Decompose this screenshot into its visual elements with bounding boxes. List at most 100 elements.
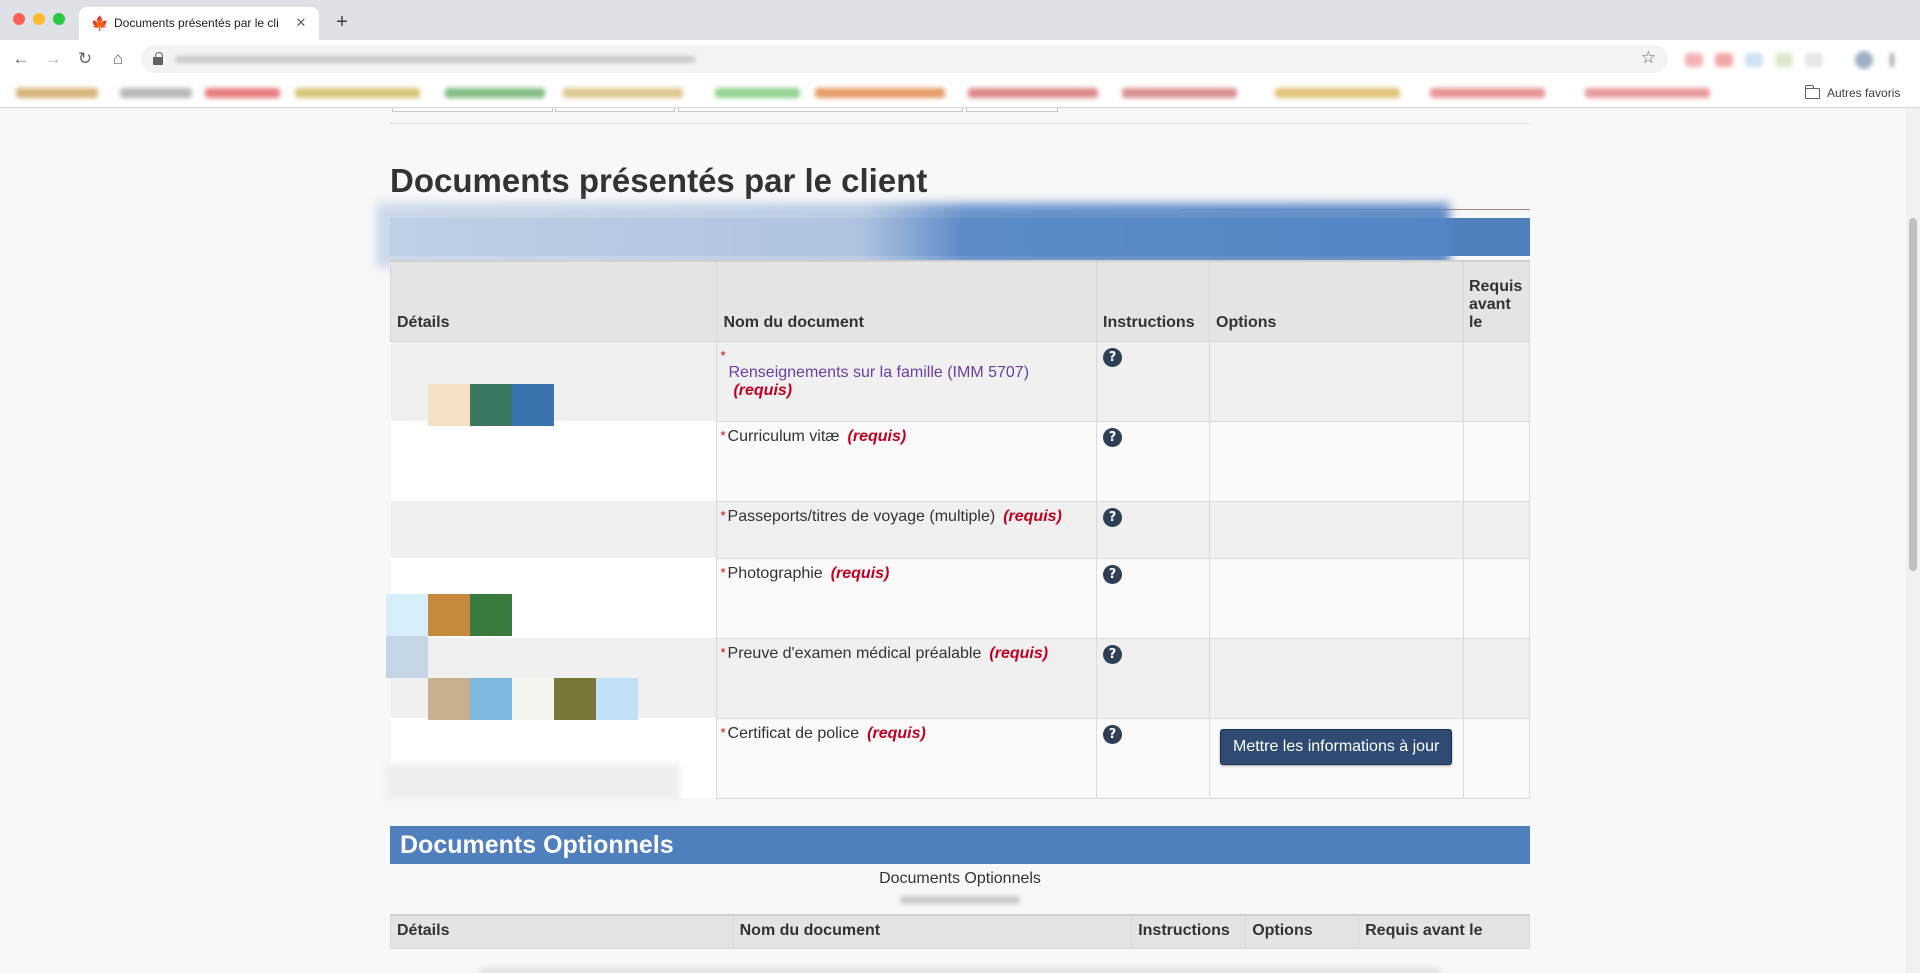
bookmark-item[interactable] — [1585, 88, 1710, 98]
help-icon[interactable]: ? — [1103, 347, 1123, 367]
required-marker: * — [720, 564, 726, 580]
pixelated-tile — [428, 678, 470, 720]
instructions-cell: ? — [1096, 420, 1210, 502]
bookmark-item[interactable] — [16, 88, 98, 98]
options-cell — [1209, 340, 1464, 422]
column-header-required-before: Requis avant le — [1462, 260, 1531, 342]
pixelated-tile — [470, 384, 512, 426]
required-label: (requis) — [847, 427, 907, 445]
document-name: Preuve d'examen médical préalable — [727, 644, 982, 662]
optional-documents-caption: Documents Optionnels — [879, 870, 1041, 887]
options-cell: Mettre les informations à jour — [1209, 717, 1464, 799]
home-icon[interactable]: ⌂ — [106, 47, 130, 71]
optional-documents-table: Détails Nom du document Instructions Opt… — [390, 914, 1530, 949]
maximize-window-button[interactable] — [53, 13, 65, 25]
optional-documents-band: Documents Optionnels — [390, 826, 1530, 864]
help-icon[interactable]: ? — [1103, 644, 1123, 664]
pixelated-tile — [386, 636, 428, 678]
browser-toolbar: ← → ↻ ⌂ ☆ — [0, 40, 1920, 78]
star-icon[interactable]: ☆ — [1641, 48, 1656, 68]
column-header-options: Options — [1209, 260, 1464, 342]
bookmark-item[interactable] — [295, 88, 420, 98]
update-information-button[interactable]: Mettre les informations à jour — [1220, 728, 1453, 765]
help-icon[interactable]: ? — [1103, 724, 1123, 744]
document-name-cell: * Curriculum vitæ (requis) — [716, 420, 1098, 502]
extension-icon[interactable] — [1745, 53, 1763, 67]
document-name-cell: * Renseignements sur la famille (IMM 570… — [716, 340, 1098, 422]
extension-icon[interactable] — [1775, 53, 1793, 67]
extension-icon[interactable] — [1715, 53, 1733, 67]
bookmark-item[interactable] — [120, 88, 192, 98]
pixelated-tile — [386, 594, 428, 636]
bookmark-item[interactable] — [815, 88, 945, 98]
extension-icon[interactable] — [1685, 53, 1703, 67]
profile-avatar[interactable] — [1855, 51, 1873, 69]
pixelated-tile — [512, 384, 554, 426]
table-row: * Passeports/titres de voyage (multiple) (… — [390, 500, 1531, 559]
new-tab-button[interactable]: + — [330, 10, 354, 34]
required-before-cell — [1462, 557, 1531, 639]
tab-close-icon[interactable]: ✕ — [293, 15, 309, 31]
bookmark-item[interactable] — [445, 88, 545, 98]
pixelated-tile — [428, 384, 470, 426]
details-cell — [390, 421, 717, 501]
required-before-cell — [1462, 717, 1531, 799]
extension-icon[interactable] — [1805, 53, 1823, 67]
url-text-redacted — [175, 56, 695, 63]
help-icon[interactable]: ? — [1103, 507, 1123, 527]
bookmark-item[interactable] — [715, 88, 800, 98]
instructions-cell: ? — [1096, 557, 1210, 639]
redacted-banner — [376, 203, 1450, 268]
instructions-cell: ? — [1096, 500, 1210, 559]
optional-documents-title: Documents Optionnels — [400, 831, 674, 859]
forward-arrow-icon[interactable]: → — [41, 47, 65, 71]
back-arrow-icon[interactable]: ← — [9, 47, 33, 71]
document-link[interactable]: Renseignements sur la famille (IMM 5707) — [728, 364, 1029, 381]
bookmark-item[interactable] — [1430, 88, 1545, 98]
column-header-details: Détails — [390, 914, 734, 949]
pixelated-tile — [428, 594, 470, 636]
browser-chrome: 🍁 Documents présentés par le cli ✕ + ← →… — [0, 0, 1920, 108]
redacted-row — [480, 968, 1440, 973]
required-label: (requis) — [1003, 507, 1062, 525]
previous-tab[interactable] — [678, 108, 963, 112]
bookmark-item[interactable] — [205, 88, 280, 98]
previous-section-tabs — [390, 108, 1530, 125]
column-header-required-before: Requis avant le — [1358, 914, 1530, 949]
pixelated-tile — [386, 764, 680, 800]
pixelated-tile — [470, 594, 512, 636]
required-marker: * — [720, 347, 726, 363]
tab-title: Documents présentés par le cli — [114, 16, 279, 30]
page-scrollbar[interactable] — [1906, 108, 1920, 973]
bookmark-item[interactable] — [1122, 88, 1237, 98]
address-bar[interactable]: ☆ — [141, 45, 1668, 73]
minimize-window-button[interactable] — [33, 13, 45, 25]
menu-icon[interactable] — [1890, 53, 1894, 67]
browser-tab-active[interactable]: 🍁 Documents présentés par le cli ✕ — [79, 7, 319, 40]
help-icon[interactable]: ? — [1103, 427, 1123, 447]
bookmark-item[interactable] — [1275, 88, 1400, 98]
required-before-cell — [1462, 500, 1531, 559]
instructions-cell: ? — [1096, 717, 1210, 799]
document-name-cell: * Passeports/titres de voyage (multiple) (… — [716, 500, 1098, 559]
bookmark-item[interactable] — [563, 88, 683, 98]
other-bookmarks[interactable]: Autres favoris — [1804, 84, 1901, 102]
reload-icon[interactable]: ↻ — [73, 47, 97, 71]
help-icon[interactable]: ? — [1103, 564, 1123, 584]
scrollbar-thumb[interactable] — [1909, 218, 1917, 571]
bookmark-item[interactable] — [968, 88, 1098, 98]
previous-tab[interactable] — [966, 108, 1058, 112]
document-name-cell: * Certificat de police (requis) — [716, 717, 1098, 799]
close-window-button[interactable] — [13, 13, 25, 25]
pixelated-tile — [470, 678, 512, 720]
instructions-cell: ? — [1096, 340, 1210, 422]
previous-tab[interactable] — [392, 108, 553, 112]
required-marker: * — [720, 644, 726, 660]
other-bookmarks-label: Autres favoris — [1827, 86, 1901, 100]
canada-flag-icon: 🍁 — [91, 15, 109, 31]
previous-tab[interactable] — [555, 108, 675, 112]
options-cell — [1209, 500, 1464, 559]
page-title: Documents présentés par le client — [390, 162, 928, 199]
column-header-document-name: Nom du document — [716, 260, 1098, 342]
required-marker: * — [720, 724, 726, 740]
